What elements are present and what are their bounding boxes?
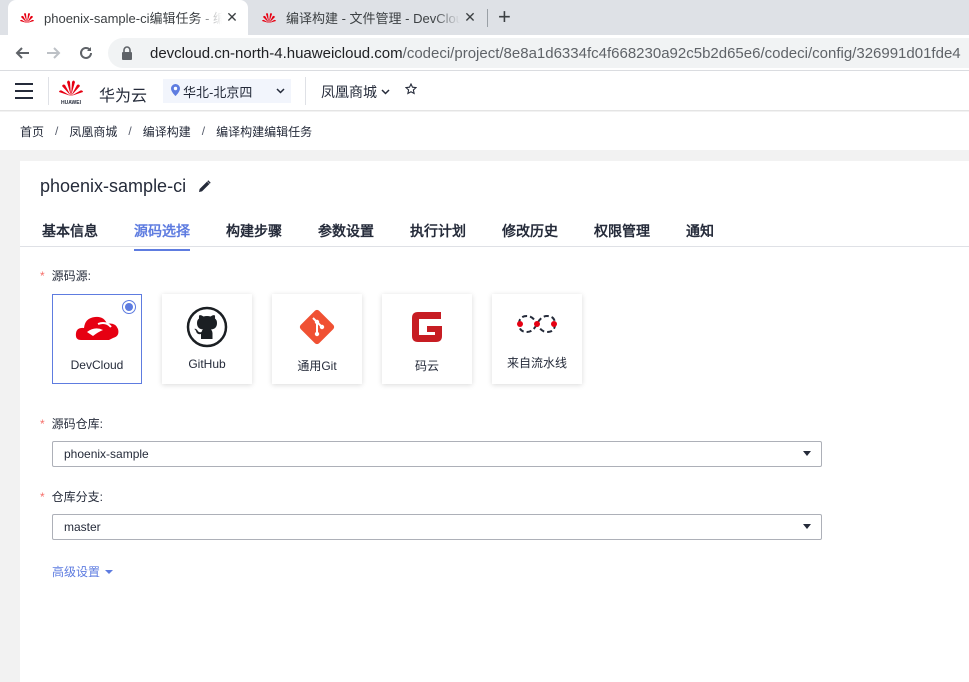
back-arrow-icon[interactable] bbox=[10, 41, 34, 65]
advanced-settings-label: 高级设置 bbox=[52, 565, 101, 579]
new-tab-icon[interactable]: + bbox=[498, 5, 511, 29]
tab-build-steps[interactable]: 构建步骤 bbox=[226, 221, 282, 249]
tab-source-select[interactable]: 源码选择 bbox=[134, 221, 190, 251]
branch-label-text: 仓库分支: bbox=[51, 490, 104, 504]
project-select[interactable]: 凤凰商城 bbox=[321, 82, 390, 102]
source-label-text: 源码源: bbox=[51, 269, 92, 283]
required-asterisk: * bbox=[40, 269, 45, 283]
huawei-logo-icon: HUAWEI bbox=[59, 80, 83, 106]
branch-select[interactable]: master bbox=[52, 514, 822, 540]
project-label: 凤凰商城 bbox=[321, 84, 377, 100]
required-asterisk: * bbox=[40, 490, 45, 504]
source-label-devcloud: DevCloud bbox=[70, 358, 124, 372]
lock-icon bbox=[118, 46, 136, 60]
address-bar: devcloud.cn-north-4.huaweicloud.com/code… bbox=[0, 35, 969, 71]
huawei-logo-text: HUAWEI bbox=[61, 100, 82, 106]
tab-bar: 基本信息 源码选择 构建步骤 参数设置 执行计划 修改历史 权限管理 通知 bbox=[20, 211, 969, 251]
repo-label-text: 源码仓库: bbox=[51, 417, 104, 431]
brand-name: 华为云 bbox=[99, 88, 148, 105]
location-pin-icon bbox=[171, 83, 180, 99]
reload-icon[interactable] bbox=[74, 41, 98, 65]
tab-permissions[interactable]: 权限管理 bbox=[594, 221, 650, 249]
tab-basic-info[interactable]: 基本信息 bbox=[42, 221, 98, 249]
browser-tab-strip: phoenix-sample-ci编辑任务 - 编 ✕ 编译构建 - 文件管理 … bbox=[0, 0, 969, 35]
repo-select-value: phoenix-sample bbox=[64, 447, 149, 461]
source-option-pipeline[interactable]: 来自流水线 bbox=[492, 294, 582, 384]
radio-selected-icon bbox=[122, 300, 136, 314]
repo-label: * 源码仓库: bbox=[40, 415, 103, 432]
chevron-down-icon bbox=[381, 87, 390, 98]
header-divider bbox=[48, 77, 49, 105]
url-host: devcloud.cn-north-4.huaweicloud.com bbox=[150, 44, 403, 62]
browser-tab-title: 编译构建 - 文件管理 - DevCloud bbox=[286, 11, 460, 26]
tab-divider bbox=[487, 9, 488, 27]
close-tab-icon[interactable]: ✕ bbox=[222, 9, 242, 26]
source-label-gitee: 码云 bbox=[414, 359, 439, 373]
tab-parameters[interactable]: 参数设置 bbox=[318, 221, 374, 249]
source-label-git: 通用Git bbox=[297, 359, 337, 373]
breadcrumb-project[interactable]: 凤凰商城 bbox=[69, 123, 117, 140]
forward-arrow-icon[interactable] bbox=[42, 41, 66, 65]
job-edit-card: phoenix-sample-ci 基本信息 源码选择 构建步骤 参数设置 执行… bbox=[20, 161, 969, 682]
breadcrumb-build[interactable]: 编译构建 bbox=[143, 123, 191, 140]
menu-icon[interactable] bbox=[15, 83, 33, 99]
close-tab-icon[interactable]: ✕ bbox=[460, 9, 480, 26]
source-option-devcloud[interactable]: DevCloud bbox=[52, 294, 142, 384]
breadcrumb-separator: / bbox=[201, 124, 206, 138]
job-name: phoenix-sample-ci bbox=[40, 176, 187, 196]
devcloud-icon bbox=[73, 306, 121, 350]
dropdown-caret-icon bbox=[803, 524, 811, 529]
source-option-github[interactable]: GitHub bbox=[162, 294, 252, 384]
favorite-star-icon[interactable] bbox=[404, 82, 418, 98]
url-path: /codeci/project/8e8a1d6334fc4f668230a92c… bbox=[402, 44, 961, 62]
dropdown-caret-icon bbox=[803, 451, 811, 456]
browser-tab-title: phoenix-sample-ci编辑任务 - 编 bbox=[44, 11, 222, 26]
branch-label: * 仓库分支: bbox=[40, 488, 103, 505]
browser-tab-active[interactable]: phoenix-sample-ci编辑任务 - 编 ✕ bbox=[8, 0, 248, 35]
git-icon bbox=[296, 305, 338, 349]
url-text: devcloud.cn-north-4.huaweicloud.com/code… bbox=[150, 45, 961, 62]
app-header: HUAWEI 华为云 华北-北京四 凤凰商城 bbox=[0, 71, 969, 111]
advanced-settings-toggle[interactable]: 高级设置 bbox=[52, 563, 114, 580]
url-field[interactable]: devcloud.cn-north-4.huaweicloud.com/code… bbox=[108, 38, 969, 68]
source-option-git[interactable]: 通用Git bbox=[272, 294, 362, 384]
huawei-favicon-icon bbox=[262, 12, 276, 23]
required-asterisk: * bbox=[40, 417, 45, 431]
source-label: * 源码源: bbox=[40, 267, 91, 284]
tab-schedule[interactable]: 执行计划 bbox=[410, 221, 466, 249]
breadcrumb-separator: / bbox=[128, 124, 132, 138]
region-select[interactable]: 华北-北京四 bbox=[163, 79, 291, 103]
tab-history[interactable]: 修改历史 bbox=[502, 221, 558, 249]
browser-tab-inactive[interactable]: 编译构建 - 文件管理 - DevCloud ✕ bbox=[250, 0, 486, 35]
huawei-favicon-icon bbox=[20, 12, 34, 23]
github-icon bbox=[186, 305, 228, 349]
source-label-github: GitHub bbox=[188, 357, 226, 371]
region-label: 华北-北京四 bbox=[183, 84, 253, 100]
breadcrumb: 首页 / 凤凰商城 / 编译构建 / 编译构建编辑任务 bbox=[0, 112, 969, 150]
breadcrumb-separator: / bbox=[55, 124, 59, 138]
page-title: phoenix-sample-ci bbox=[40, 176, 211, 197]
pipeline-icon bbox=[515, 302, 559, 346]
repo-select[interactable]: phoenix-sample bbox=[52, 441, 822, 467]
source-label-pipeline: 来自流水线 bbox=[506, 356, 567, 370]
caret-down-icon bbox=[105, 569, 114, 574]
header-divider bbox=[305, 77, 306, 105]
chevron-down-icon bbox=[276, 86, 285, 97]
breadcrumb-current: 编译构建编辑任务 bbox=[216, 124, 313, 139]
tab-notifications[interactable]: 通知 bbox=[686, 221, 714, 249]
branch-select-value: master bbox=[64, 520, 101, 534]
gitee-icon bbox=[408, 305, 446, 349]
edit-pencil-icon[interactable] bbox=[198, 180, 211, 193]
source-option-gitee[interactable]: 码云 bbox=[382, 294, 472, 384]
breadcrumb-home[interactable]: 首页 bbox=[20, 123, 44, 140]
